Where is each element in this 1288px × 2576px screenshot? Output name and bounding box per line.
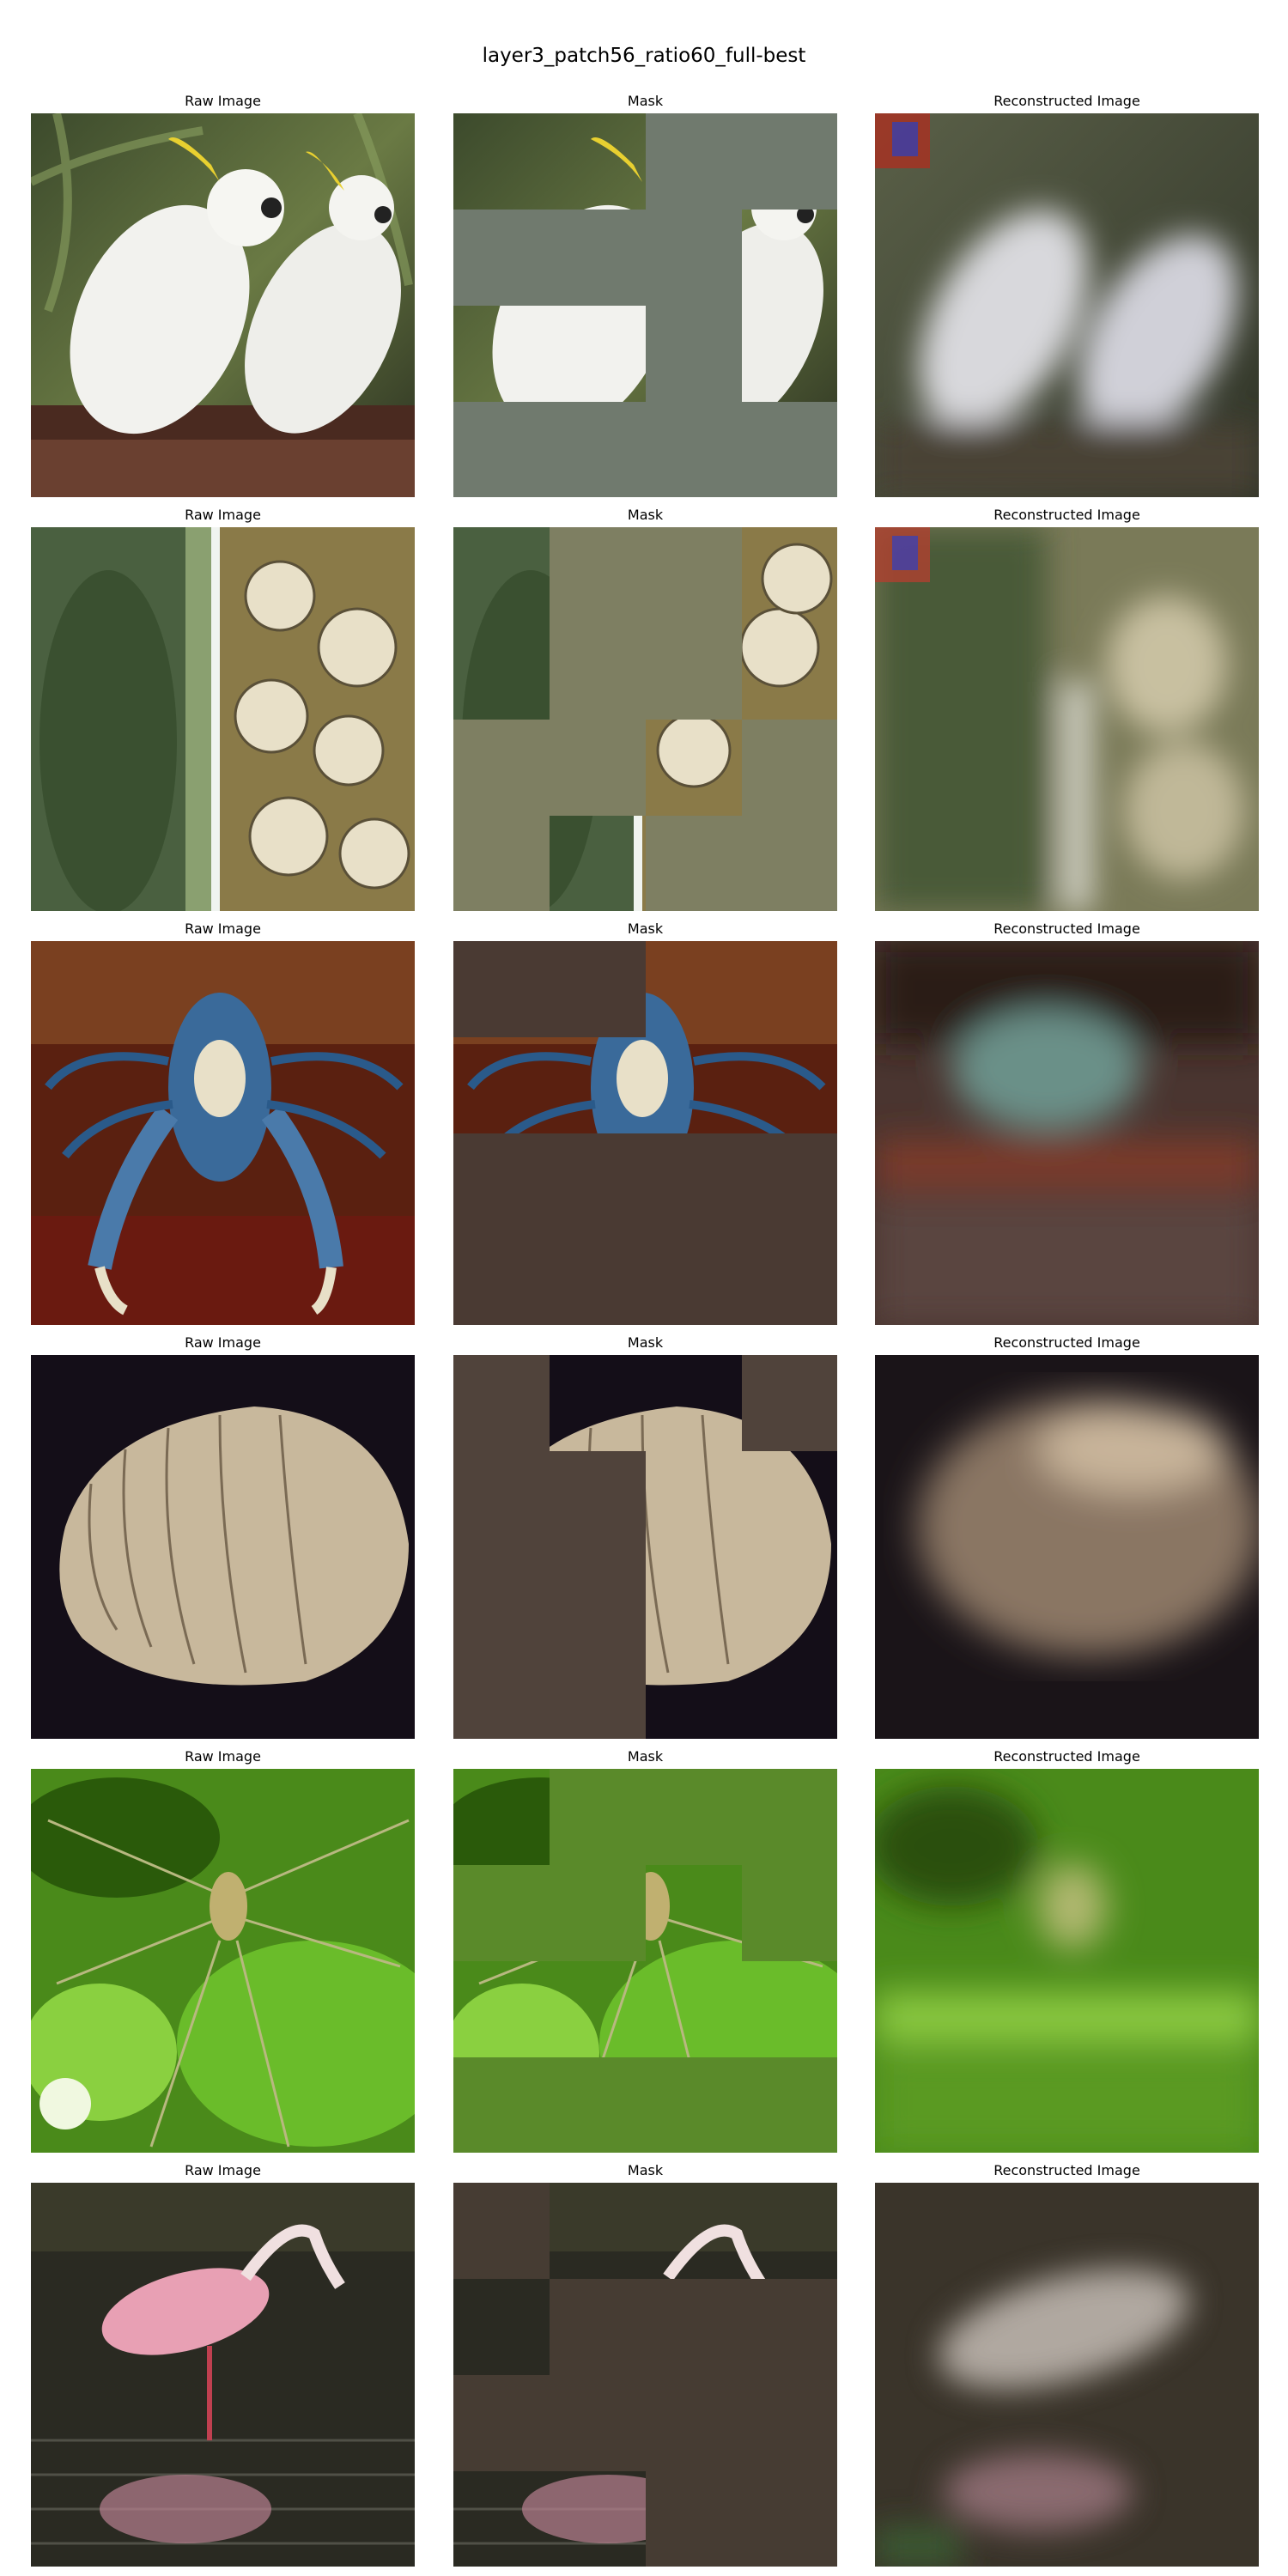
raw-image-label: Raw Image (185, 920, 261, 937)
shell-raw-picture (31, 1355, 415, 1739)
raw-image (31, 1355, 415, 1739)
figure-title: layer3_patch56_ratio60_full-best (482, 45, 806, 67)
raw-image (31, 113, 415, 497)
turtle-reconstructed-picture (875, 527, 1259, 911)
mask-label: Mask (627, 1748, 664, 1765)
spoonbill-raw-picture (31, 2183, 415, 2567)
raw-image (31, 2183, 415, 2567)
spoonbill-reconstructed-picture (875, 2183, 1259, 2567)
crayfish-raw-picture (31, 941, 415, 1325)
mask-label: Mask (627, 2162, 664, 2178)
mask-label: Mask (627, 1334, 664, 1351)
crayfish-reconstructed-picture (875, 941, 1259, 1325)
mask-label: Mask (627, 93, 664, 109)
masked-image (453, 941, 837, 1325)
sample-row-3: Raw Image Mask Reconstructed Image (0, 920, 1288, 1325)
shell-reconstructed-picture (875, 1355, 1259, 1739)
raw-image-label: Raw Image (185, 1748, 261, 1765)
sample-row-1: Raw Image Mask Reconstructed Image (0, 93, 1288, 497)
reconstructed-image (875, 1355, 1259, 1739)
raw-image-label: Raw Image (185, 2162, 261, 2178)
masked-image (453, 1769, 837, 2153)
reconstructed-label: Reconstructed Image (993, 2162, 1140, 2178)
raw-image (31, 527, 415, 911)
harvestman-masked-picture (453, 1769, 837, 2153)
sample-row-5: Raw Image Mask Reconstructed Image (0, 1748, 1288, 2153)
reconstructed-label: Reconstructed Image (993, 1334, 1140, 1351)
raw-image-label: Raw Image (185, 507, 261, 523)
masked-image (453, 113, 837, 497)
masked-image (453, 2183, 837, 2567)
reconstructed-label: Reconstructed Image (993, 93, 1140, 109)
reconstructed-label: Reconstructed Image (993, 1748, 1140, 1765)
raw-image-label: Raw Image (185, 1334, 261, 1351)
raw-image-label: Raw Image (185, 93, 261, 109)
turtle-raw-picture (31, 527, 415, 911)
crayfish-masked-picture (453, 941, 837, 1325)
reconstructed-label: Reconstructed Image (993, 920, 1140, 937)
sample-row-6: Raw Image Mask Reconstructed Image (0, 2162, 1288, 2567)
turtle-masked-picture (453, 527, 837, 911)
mask-label: Mask (627, 507, 664, 523)
raw-image (31, 1769, 415, 2153)
reconstructed-image (875, 941, 1259, 1325)
reconstructed-image (875, 2183, 1259, 2567)
reconstructed-image (875, 113, 1259, 497)
masked-image (453, 1355, 837, 1739)
sample-row-4: Raw Image Mask Reconstructed Image (0, 1334, 1288, 1739)
mask-label: Mask (627, 920, 664, 937)
cockatoo-masked-picture (453, 113, 837, 497)
harvestman-raw-picture (31, 1769, 415, 2153)
reconstructed-image (875, 1769, 1259, 2153)
cockatoo-reconstructed-picture (875, 113, 1259, 497)
reconstructed-image (875, 527, 1259, 911)
shell-masked-picture (453, 1355, 837, 1739)
sample-row-2: Raw Image Mask Reconstructed Image (0, 507, 1288, 911)
reconstructed-label: Reconstructed Image (993, 507, 1140, 523)
raw-image (31, 941, 415, 1325)
harvestman-reconstructed-picture (875, 1769, 1259, 2153)
cockatoo-raw-picture (31, 113, 415, 497)
masked-image (453, 527, 837, 911)
spoonbill-masked-picture (453, 2183, 837, 2567)
